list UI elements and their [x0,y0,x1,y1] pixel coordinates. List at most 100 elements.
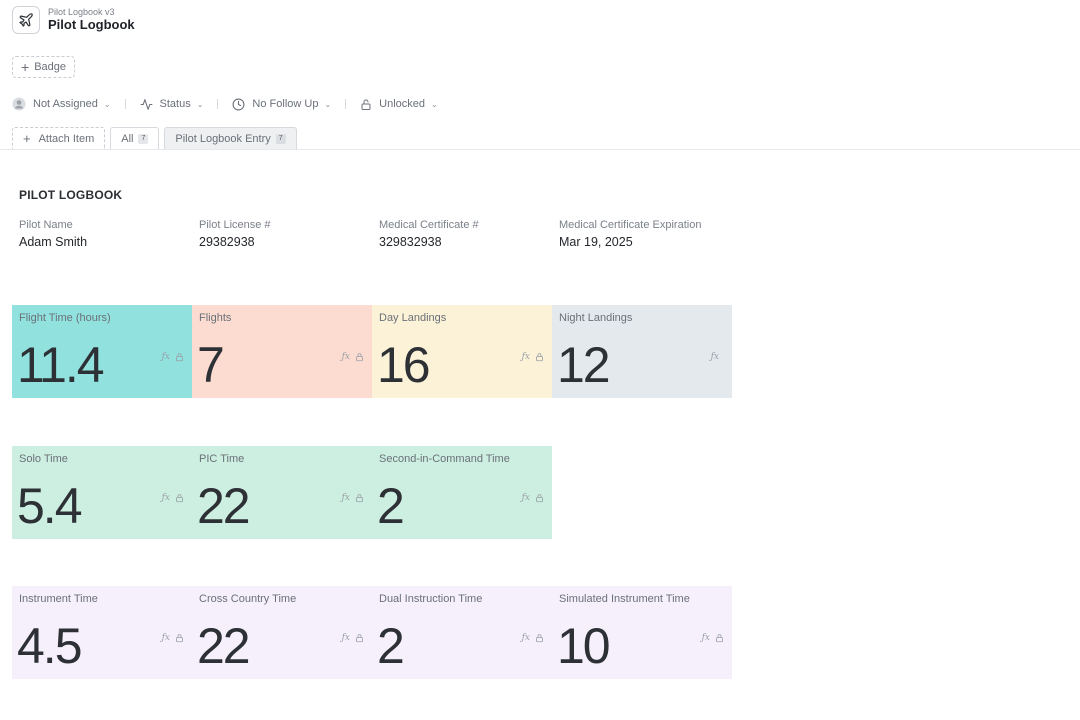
stat-value: 11.4 [17,337,105,393]
stat-value: 5.4 [17,478,83,534]
stats-row-instrument: Instrument Time 4.5 ƒx Cross Country Tim… [12,586,732,679]
tab-all-count: 7 [138,133,149,144]
stat-value: 4.5 [17,618,83,674]
formula-icon: ƒx [521,352,530,362]
stat-label: Simulated Instrument Time [559,593,690,605]
field-value[interactable]: Adam Smith [19,235,199,250]
stat-card-simulated-instrument-time[interactable]: Simulated Instrument Time 10 ƒx [552,586,732,679]
clock-icon [232,98,245,110]
stat-label: Night Landings [559,312,633,324]
tab-bar: + Attach Item All 7 Pilot Logbook Entry … [12,127,302,149]
medical-expiration-field: Medical Certificate Expiration Mar 19, 2… [559,219,739,250]
stats-row-command: Solo Time 5.4 ƒx PIC Time 22 ƒx Second-i… [12,446,552,539]
tab-pilot-logbook-entry[interactable]: Pilot Logbook Entry 7 [164,127,297,149]
formula-icon: ƒx [701,633,710,643]
stat-label: Flights [199,312,232,324]
lock-icon [356,353,363,362]
field-label: Medical Certificate # [379,219,479,231]
stat-value: 12 [557,337,611,393]
stat-card-flight-time[interactable]: Flight Time (hours) 11.4 ƒx [12,305,192,398]
pilot-info: Pilot Name Adam Smith Pilot License # 29… [19,219,739,250]
stat-value: 2 [377,478,405,534]
divider [217,99,219,109]
field-label: Pilot License # [199,219,271,231]
activity-icon [140,98,152,110]
formula-icon: ƒx [521,633,530,643]
lock-icon [176,494,183,503]
stat-label: PIC Time [199,453,245,465]
stat-card-solo-time[interactable]: Solo Time 5.4 ƒx [12,446,192,539]
formula-icon: ƒx [341,352,350,362]
lock-filter[interactable]: Unlocked ⌄ [360,98,438,111]
stat-value: 2 [377,618,405,674]
formula-icon: ƒx [161,352,170,362]
formula-icon: ƒx [341,493,350,503]
stat-label: Flight Time (hours) [19,312,111,324]
stat-card-night-landings[interactable]: Night Landings 12 ƒx [552,305,732,398]
status-filter[interactable]: Status ⌄ [140,98,204,111]
lock-icon [356,494,363,503]
formula-icon: ƒx [710,352,719,362]
stat-card-cross-country-time[interactable]: Cross Country Time 22 ƒx [192,586,372,679]
plus-icon: + [21,59,30,75]
chevron-down-icon: ⌄ [103,99,111,109]
field-label: Pilot Name [19,219,73,231]
tab-entry-count: 7 [275,133,286,144]
section-title: PILOT LOGBOOK [19,188,123,202]
field-label: Medical Certificate Expiration [559,219,702,231]
app-header: Pilot Logbook v3 Pilot Logbook [12,6,135,34]
stat-card-flights[interactable]: Flights 7 ƒx [192,305,372,398]
stats-row-landings: Flight Time (hours) 11.4 ƒx Flights 7 ƒx… [12,305,732,398]
stat-card-instrument-time[interactable]: Instrument Time 4.5 ƒx [12,586,192,679]
chevron-down-icon: ⌄ [324,99,332,109]
stat-value: 7 [197,337,225,393]
stat-value: 16 [377,337,431,393]
filter-bar: Not Assigned ⌄ Status ⌄ No Follow Up ⌄ U… [12,96,438,112]
lock-icon [536,634,543,643]
field-value[interactable]: 29382938 [199,235,379,250]
chevron-down-icon: ⌄ [431,99,438,109]
add-badge-label: Badge [34,61,66,73]
stat-value: 10 [557,618,611,674]
stat-card-dual-instruction-time[interactable]: Dual Instruction Time 2 ƒx [372,586,552,679]
stat-label: Day Landings [379,312,447,324]
stat-label: Instrument Time [19,593,98,605]
add-badge-button[interactable]: + Badge [12,56,75,78]
tab-all[interactable]: All 7 [110,127,160,149]
airplane-icon[interactable] [12,6,40,34]
pilot-license-field: Pilot License # 29382938 [199,219,379,250]
lock-icon [536,494,543,503]
divider [124,99,126,109]
lock-icon [176,353,183,362]
medical-certificate-field: Medical Certificate # 329832938 [379,219,559,250]
follow-up-filter[interactable]: No Follow Up ⌄ [232,98,331,111]
stat-value: 22 [197,618,251,674]
assignee-filter[interactable]: Not Assigned ⌄ [12,97,111,111]
chevron-down-icon: ⌄ [196,99,204,109]
stat-label: Solo Time [19,453,68,465]
formula-icon: ƒx [341,633,350,643]
field-value[interactable]: 329832938 [379,235,559,250]
lock-icon [176,634,183,643]
user-icon [12,97,26,111]
formula-icon: ƒx [521,493,530,503]
status-filter-label: Status [159,98,191,110]
stat-card-sic-time[interactable]: Second-in-Command Time 2 ƒx [372,446,552,539]
stat-label: Dual Instruction Time [379,593,483,605]
formula-icon: ƒx [161,493,170,503]
lock-filter-label: Unlocked [379,98,426,110]
stat-card-pic-time[interactable]: PIC Time 22 ƒx [192,446,372,539]
stat-value: 22 [197,478,251,534]
follow-up-filter-label: No Follow Up [252,98,319,110]
assignee-filter-label: Not Assigned [33,98,98,110]
stat-label: Second-in-Command Time [379,453,510,465]
field-value[interactable]: Mar 19, 2025 [559,235,739,250]
attach-item-label: Attach Item [38,132,95,145]
stat-label: Cross Country Time [199,593,297,605]
lock-icon [361,99,371,110]
stat-card-day-landings[interactable]: Day Landings 16 ƒx [372,305,552,398]
divider [345,99,347,109]
tab-entry-label: Pilot Logbook Entry [175,132,271,145]
attach-item-button[interactable]: + Attach Item [12,127,106,149]
lock-icon [716,634,723,643]
